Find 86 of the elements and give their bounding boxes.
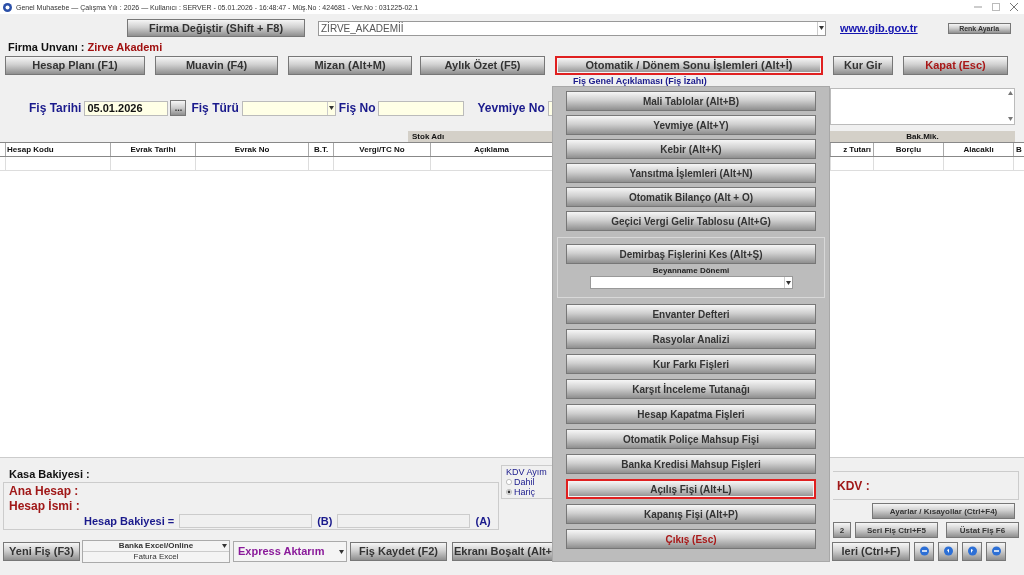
nav-button[interactable]	[962, 541, 982, 561]
radio-label: Dahil	[514, 477, 535, 487]
menu-button[interactable]: Kapanış Fişi (Alt+P)	[566, 504, 816, 524]
column-header: B	[1013, 143, 1024, 156]
menu-button[interactable]: Yevmiye (Alt+Y)	[566, 115, 816, 135]
column-header: B.T.	[308, 143, 333, 156]
cash-balance-label: Kasa Bakiyesi :	[9, 468, 91, 480]
menu-button[interactable]: Açılış Fişi (Alt+L)	[566, 479, 816, 499]
date-picker-button[interactable]: ...	[170, 100, 187, 116]
period-label: Beyanname Dönemi	[652, 265, 730, 276]
menu-button[interactable]: Rasyolar Analizi	[566, 329, 816, 349]
caret-icon	[222, 543, 227, 548]
description-field[interactable]	[830, 88, 1015, 125]
close-icon	[1010, 3, 1018, 11]
group-header: Stok Adı	[408, 131, 552, 142]
column-header: Alacaklı	[943, 143, 1013, 156]
toolbar-button[interactable]: Mizan (Alt+M)	[288, 55, 412, 75]
column-header: Evrak Tarihi	[110, 143, 195, 156]
journal-label: Yevmiye No	[477, 101, 545, 115]
balance-label: Hesap Bakiyesi =	[84, 515, 175, 527]
menu-button[interactable]: Envanter Defteri	[566, 304, 816, 324]
nav-button[interactable]	[986, 541, 1006, 561]
save-voucher-button[interactable]: Fiş Kaydet (F2)	[350, 541, 447, 561]
caret-icon	[339, 549, 344, 554]
list-button[interactable]: leri (Ctrl+F)	[832, 541, 910, 561]
menu-button[interactable]: Karşıt İnceleme Tutanağı	[566, 379, 816, 399]
number-label: Fiş No	[338, 101, 376, 115]
radio-button[interactable]	[506, 489, 512, 495]
column-header: Evrak No	[195, 143, 308, 156]
account-name-label: Hesap İsmi :	[9, 499, 81, 514]
caret-icon	[819, 26, 824, 30]
date-field[interactable]: 05.01.2026	[84, 100, 169, 116]
toolbar-button[interactable]: Muavin (F4)	[155, 55, 278, 75]
company-title-label: Firma Unvanı :	[8, 41, 85, 53]
column-header: Hesap Kodu	[5, 143, 110, 156]
menu-button[interactable]: Otomatik Bilanço (Alt + O)	[566, 187, 816, 207]
toolbar-button[interactable]: Üstat Fiş F6	[946, 522, 1019, 538]
period-select[interactable]	[589, 276, 793, 289]
menu-button[interactable]: Mali Tablolar (Alt+B)	[566, 91, 816, 111]
express-select[interactable]: Express Aktarım	[233, 540, 347, 562]
toolbar-button[interactable]: Hesap Planı (F1)	[5, 55, 145, 75]
settings-button[interactable]: Ayarlar / Kısayollar (Ctrl+F4)	[872, 503, 1015, 519]
caret-icon	[328, 106, 334, 110]
nav-button[interactable]	[914, 541, 934, 561]
menu-button[interactable]: Yansıtma İşlemleri (Alt+N)	[566, 163, 816, 183]
vat-label: KDV :	[837, 478, 870, 493]
menu-button[interactable]: Çıkış (Esc)	[566, 529, 816, 549]
radio-button[interactable]	[506, 479, 512, 485]
balance-b-label: (B)	[317, 515, 333, 527]
column-header: Borçlu	[873, 143, 943, 156]
group-header: Bak.Mik.	[830, 131, 1015, 142]
vat-group-title: KDV Ayım	[506, 467, 548, 477]
scrollbar-arrows-icon	[1008, 91, 1013, 121]
toolbar-button[interactable]: Otomatik / Dönem Sonu İşlemleri (Alt+İ)	[555, 55, 823, 75]
menu-button[interactable]: Demirbaş Fişlerini Kes (Alt+Ş)	[566, 244, 816, 264]
minimize-icon	[974, 3, 982, 11]
menu-button[interactable]: Kebir (Alt+K)	[566, 139, 816, 159]
toolbar-button[interactable]: Kapat (Esc)	[903, 55, 1008, 75]
company-title-value: Zirve Akademi	[87, 41, 163, 53]
toolbar-button[interactable]: 2	[833, 522, 851, 538]
menu-button[interactable]: Banka Kredisi Mahsup Fişleri	[566, 454, 816, 474]
website-link[interactable]: www.gib.gov.tr	[840, 22, 918, 34]
nav-button[interactable]	[938, 541, 958, 561]
description-label: Fiş Genel Açıklaması (Fiş İzahı)	[573, 76, 707, 86]
toolbar-button[interactable]: Seri Fiş Ctrl+F5	[855, 522, 938, 538]
toolbar-button[interactable]: Kur Gir	[833, 55, 893, 75]
menu-button[interactable]: Kur Farkı Fişleri	[566, 354, 816, 374]
menu-button[interactable]: Hesap Kapatma Fişleri	[566, 404, 816, 424]
main-account-label: Ana Hesap :	[9, 484, 80, 499]
balance-a-label: (A)	[475, 515, 491, 527]
number-field[interactable]	[378, 100, 465, 116]
import-option[interactable]: Fatura Excel	[83, 551, 229, 562]
type-label: Fiş Türü	[191, 101, 239, 115]
radio-label: Hariç	[514, 487, 535, 497]
caret-icon	[785, 280, 791, 285]
change-company-button[interactable]: Firma Değiştir (Shift + F8)	[127, 19, 305, 37]
clear-screen-button[interactable]: Ekranı Boşalt (Alt+	[452, 541, 554, 561]
date-label: Fiş Tarihi	[29, 101, 82, 115]
column-header: Vergi/TC No	[333, 143, 430, 156]
company-select[interactable]: ZİRVE_AKADEMİİ	[318, 20, 826, 36]
import-select[interactable]: Banka Excel/Online	[83, 540, 229, 552]
new-voucher-button[interactable]: Yeni Fiş (F3)	[3, 541, 80, 561]
toolbar-button[interactable]: Aylık Özet (F5)	[420, 55, 545, 75]
menu-button[interactable]: Otomatik Poliçe Mahsup Fişi	[566, 429, 816, 449]
maximize-icon	[992, 3, 1000, 11]
menu-button[interactable]: Geçici Vergi Gelir Tablosu (Alt+G)	[566, 211, 816, 231]
